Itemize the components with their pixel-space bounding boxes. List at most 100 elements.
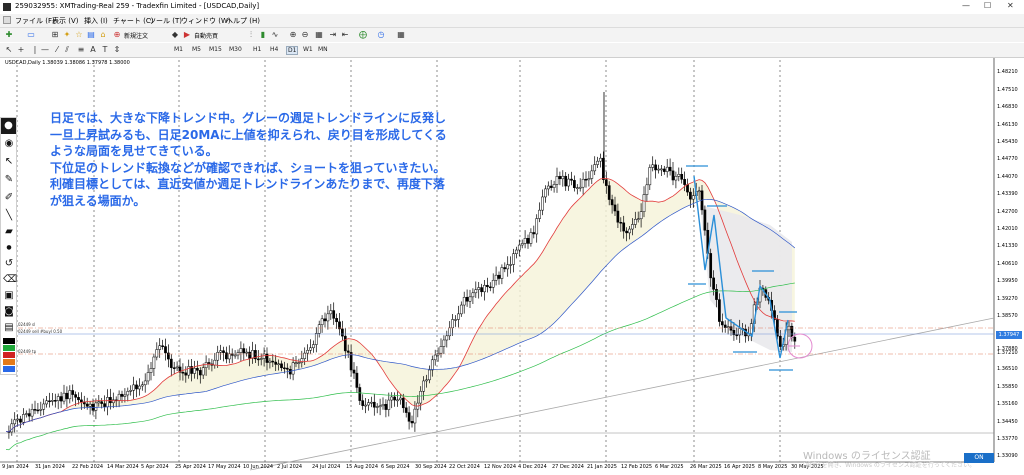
color-swatch-red[interactable] — [3, 352, 15, 358]
candle-body — [27, 413, 31, 417]
candlestick-icon[interactable]: ▮ — [258, 30, 268, 40]
candle-body — [103, 403, 106, 407]
templates-icon[interactable]: ▦ — [396, 30, 406, 40]
meta-editor-icon[interactable]: ◆ — [170, 30, 180, 40]
market-watch-icon[interactable]: ⊞ — [50, 30, 60, 40]
candle-body — [662, 168, 666, 172]
color-swatch-black[interactable] — [3, 338, 15, 344]
candle-body — [314, 333, 318, 345]
menu-tools[interactable]: ツール (T) — [149, 16, 182, 26]
tile-windows-icon[interactable]: ▦ — [314, 30, 324, 40]
zoom-out-icon[interactable]: ⊖ — [300, 30, 310, 40]
camera-icon[interactable]: ◙ — [3, 306, 15, 318]
eye-icon[interactable]: ◉ — [3, 138, 15, 150]
channel-icon[interactable]: ⫽ — [62, 45, 72, 55]
screenshot-icon[interactable]: ▣ — [3, 290, 15, 302]
color-swatch-green[interactable] — [3, 345, 15, 351]
timeframe-m1[interactable]: M1 — [174, 46, 183, 53]
periods-icon[interactable]: ◷ — [376, 30, 386, 40]
menu-insert[interactable]: 挿入 (I) — [84, 16, 108, 26]
minimize-button[interactable]: — — [962, 1, 970, 10]
timeframe-w1[interactable]: W1 — [303, 46, 313, 53]
candle-body — [262, 353, 266, 359]
indicators-icon[interactable]: ⨁ — [358, 30, 368, 40]
ruler-icon[interactable]: ▰ — [3, 226, 15, 238]
new-chart-icon[interactable]: ✚ — [4, 30, 14, 40]
timeframe-m15[interactable]: M15 — [209, 46, 222, 53]
pointer-icon[interactable]: ↖ — [3, 156, 15, 168]
candle-body — [201, 367, 205, 376]
menu-file[interactable]: ファイル (F) — [15, 16, 55, 26]
date-label: 10 Jun 2024 — [243, 464, 274, 470]
menu-view[interactable]: 表示 (V) — [52, 16, 78, 26]
close-button[interactable]: ✕ — [1007, 1, 1014, 10]
candle-body — [718, 299, 721, 322]
maximize-button[interactable]: ☐ — [984, 1, 991, 10]
candle-body — [372, 401, 376, 408]
fibonacci-icon[interactable]: ≡ — [76, 45, 86, 55]
candle-body — [677, 174, 681, 177]
new-order-button[interactable]: 新規注文 — [124, 31, 148, 40]
candle-body — [538, 209, 541, 219]
activation-watermark-sub: [設定] を開き、Windows のライセンス認証を行ってください。 — [803, 462, 976, 469]
pin-icon[interactable]: ● — [1, 118, 16, 134]
chart-shift-icon[interactable]: ⇤ — [340, 30, 350, 40]
profiles-icon[interactable]: ▭ — [26, 30, 36, 40]
zoom-in-icon[interactable]: ⊕ — [288, 30, 298, 40]
candle-body — [399, 397, 402, 401]
label-icon[interactable]: T — [100, 45, 110, 55]
timeframe-h4[interactable]: H4 — [270, 46, 278, 53]
color-swatch-blue[interactable] — [3, 366, 15, 372]
vertical-line-icon[interactable]: | — [30, 45, 40, 55]
candle-body — [567, 178, 570, 187]
clipboard-icon[interactable]: ▤ — [3, 322, 15, 334]
cursor-icon[interactable]: ↖ — [4, 45, 14, 55]
candle-body — [65, 392, 69, 400]
menu-help[interactable]: ヘルプ (H) — [226, 16, 260, 26]
trendline-icon[interactable]: ⁄ — [52, 45, 62, 55]
new-order-icon[interactable]: ⊕ — [112, 30, 122, 40]
timeframe-m30[interactable]: M30 — [229, 46, 242, 53]
candle-body — [558, 176, 562, 180]
timeframe-h1[interactable]: H1 — [253, 46, 261, 53]
candle-body — [520, 243, 524, 246]
data-window-icon[interactable]: ✦ — [62, 30, 72, 40]
timeframe-d1[interactable]: D1 — [286, 46, 299, 55]
autoscroll-icon[interactable]: ⇥ — [328, 30, 338, 40]
dot-icon[interactable]: ● — [3, 242, 15, 254]
timeframe-mn[interactable]: MN — [318, 46, 328, 53]
candle-body — [544, 188, 547, 198]
undo-icon[interactable]: ↺ — [3, 258, 15, 270]
auto-trading-icon[interactable]: ▶ — [182, 30, 192, 40]
candle-body — [80, 399, 83, 403]
auto-trading-button[interactable]: 自動売買 — [194, 31, 218, 40]
candle-body — [604, 179, 608, 186]
price-label: 1.40610 — [997, 261, 1018, 267]
on-button[interactable]: ON — [964, 453, 994, 463]
horizontal-line-icon[interactable]: — — [40, 45, 50, 55]
navigator-icon[interactable]: ☆ — [74, 30, 84, 40]
timeframe-m5[interactable]: M5 — [192, 46, 201, 53]
color-swatch-orange[interactable] — [3, 359, 15, 365]
candle-body — [56, 396, 60, 401]
terminal-icon[interactable]: ▤ — [86, 30, 96, 40]
price-label: 1.39270 — [997, 296, 1018, 302]
marker-icon[interactable]: ✐ — [3, 192, 15, 204]
date-label: 17 May 2024 — [208, 464, 241, 470]
line-chart-icon[interactable]: ∿ — [270, 30, 280, 40]
line-tool-icon[interactable]: ╲ — [3, 210, 15, 222]
menu-chart[interactable]: チャート (C) — [113, 16, 154, 26]
bar-chart-icon[interactable]: ⫶ — [246, 30, 256, 40]
app-icon — [3, 3, 11, 11]
candle-body — [341, 328, 344, 337]
candle-body — [665, 166, 669, 172]
text-icon[interactable]: A — [88, 45, 98, 55]
candle-body — [88, 403, 92, 407]
menu-window[interactable]: ウィンドウ (W) — [181, 16, 231, 26]
pen-icon[interactable]: ✎ — [3, 174, 15, 186]
strategy-tester-icon[interactable]: ⌂ — [98, 30, 108, 40]
crosshair-icon[interactable]: + — [16, 45, 26, 55]
trash-icon[interactable]: ⌫ — [3, 274, 17, 286]
arrows-icon[interactable]: ⇕ — [112, 45, 122, 55]
candle-body — [143, 380, 147, 386]
